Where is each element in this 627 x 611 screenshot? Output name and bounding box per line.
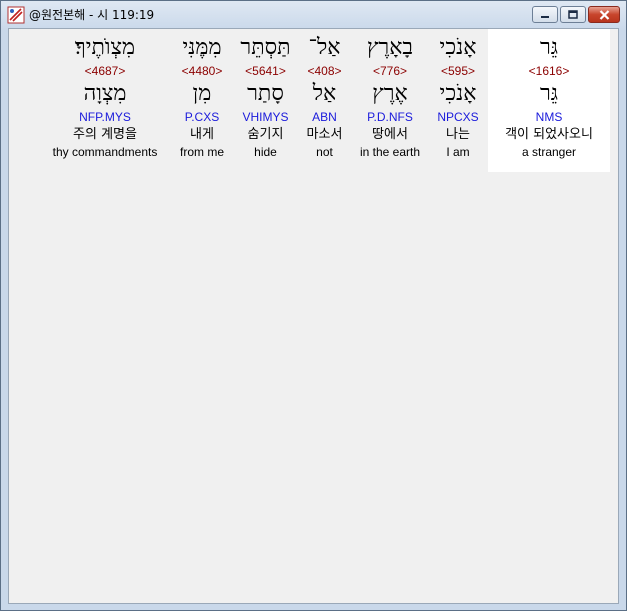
- interlinear-view[interactable]: גֵּר <1616> גֵּר NMS 객이 되었사오니 a stranger…: [8, 28, 619, 604]
- morphology-code: NPCXS: [437, 110, 479, 124]
- korean-gloss: 땅에서: [372, 127, 408, 142]
- app-icon[interactable]: [7, 6, 25, 24]
- minimize-button[interactable]: [532, 6, 558, 23]
- word-column[interactable]: תַּסְתֵּר <5641> סָתַר VHIMYS 숨기지 hide: [234, 29, 297, 172]
- hebrew-lemma: סָתַר: [247, 81, 284, 106]
- strong-number[interactable]: <4687>: [85, 63, 126, 79]
- morphology-code: NMS: [535, 110, 563, 124]
- hebrew-lemma: מִצְוָה: [83, 81, 127, 106]
- strong-number[interactable]: <4480>: [182, 63, 223, 79]
- morphology-code: P.D.NFS: [367, 110, 413, 124]
- strong-number[interactable]: <1616>: [529, 63, 570, 79]
- hebrew-lemma: אַל: [312, 81, 337, 106]
- korean-gloss: 주의 계명을: [73, 127, 137, 142]
- english-gloss: a stranger: [521, 145, 577, 159]
- english-gloss: not: [316, 145, 333, 159]
- english-gloss: hide: [254, 145, 277, 159]
- window-title: @원전본해 - 시 119:19: [29, 8, 155, 22]
- hebrew-word[interactable]: גֵּר: [540, 35, 558, 63]
- hebrew-word[interactable]: בָאָרֶץ: [367, 35, 413, 63]
- morphology-code: P.CXS: [184, 110, 220, 124]
- hebrew-lemma: מִן: [192, 81, 212, 106]
- morphology-code: ABN: [312, 110, 337, 124]
- strong-number[interactable]: <595>: [441, 63, 475, 79]
- korean-gloss: 객이 되었사오니: [505, 127, 593, 142]
- hebrew-word[interactable]: אָנֹכִי: [440, 35, 477, 63]
- english-gloss: from me: [179, 145, 224, 159]
- word-column[interactable]: בָאָרֶץ <776> אֶרֶץ P.D.NFS 땅에서 in the e…: [352, 29, 428, 172]
- morphology-code: NFP.MYS: [79, 110, 131, 124]
- hebrew-word[interactable]: מִצְוֺתֶיךָ׃: [75, 35, 135, 63]
- morphology-code: VHIMYS: [242, 110, 289, 124]
- english-gloss: thy commandments: [52, 145, 158, 159]
- word-column[interactable]: מִצְוֺתֶיךָ׃ <4687> מִצְוָה NFP.MYS 주의 계…: [40, 29, 170, 172]
- english-gloss: in the earth: [359, 145, 421, 159]
- korean-gloss: 마소서: [306, 127, 343, 142]
- strong-number[interactable]: <408>: [307, 63, 341, 79]
- hebrew-word[interactable]: אַל־: [309, 35, 341, 63]
- strong-number[interactable]: <776>: [373, 63, 407, 79]
- strong-number[interactable]: <5641>: [245, 63, 286, 79]
- close-icon: [599, 9, 609, 20]
- word-column[interactable]: אָנֹכִי <595> אָנֹכִי NPCXS 나는 I am: [428, 29, 488, 172]
- korean-gloss: 나는: [446, 127, 470, 142]
- title-bar[interactable]: @원전본해 - 시 119:19: [1, 1, 626, 28]
- word-row: גֵּר <1616> גֵּר NMS 객이 되었사오니 a stranger…: [40, 29, 610, 172]
- english-gloss: I am: [446, 145, 470, 159]
- word-column[interactable]: אַל־ <408> אַל ABN 마소서 not: [297, 29, 352, 172]
- window-controls: [532, 6, 620, 23]
- hebrew-word[interactable]: מִמֶּנִּי: [182, 35, 221, 63]
- korean-gloss: 숨기지: [247, 127, 284, 142]
- hebrew-word[interactable]: תַּסְתֵּר: [240, 35, 290, 63]
- maximize-button[interactable]: [560, 6, 586, 23]
- close-button[interactable]: [588, 6, 620, 23]
- word-column[interactable]: מִמֶּנִּי <4480> מִן P.CXS 내게 from me: [170, 29, 234, 172]
- app-window: @원전본해 - 시 119:19 גֵּר <1616> גֵּר NMS 객이…: [0, 0, 627, 611]
- hebrew-lemma: אָנֹכִי: [439, 81, 477, 106]
- hebrew-lemma: אֶרֶץ: [372, 81, 408, 106]
- korean-gloss: 내게: [190, 127, 214, 142]
- maximize-icon: [568, 10, 578, 19]
- hebrew-lemma: גֵּר: [539, 81, 559, 106]
- word-column[interactable]: גֵּר <1616> גֵּר NMS 객이 되었사오니 a stranger: [488, 29, 610, 172]
- minimize-icon: [541, 15, 549, 18]
